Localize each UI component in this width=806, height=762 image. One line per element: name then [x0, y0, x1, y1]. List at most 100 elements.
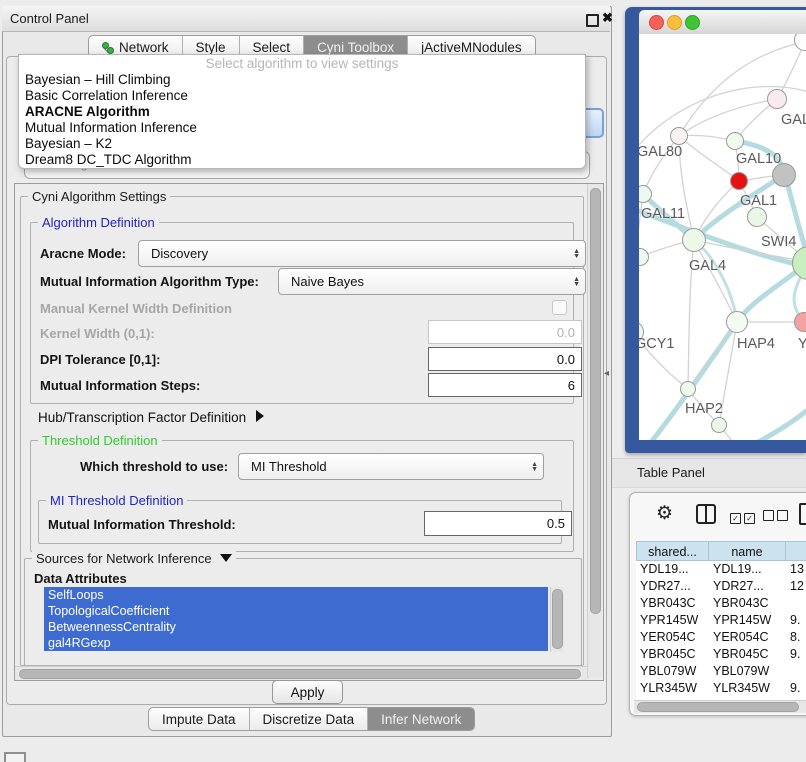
network-node-hap2[interactable]	[680, 381, 696, 397]
algorithm-option[interactable]: Basic Correlation Inference	[19, 88, 585, 104]
mi-type-label: Mutual Information Algorithm Type:	[40, 274, 259, 289]
select-all-columns-icon[interactable]: ✓✓	[730, 508, 758, 526]
apply-button[interactable]: Apply	[272, 680, 343, 704]
tab-infer-network[interactable]: Infer Network	[368, 708, 474, 730]
network-node[interactable]	[747, 207, 767, 227]
mi-threshold-field[interactable]: 0.5	[424, 511, 572, 536]
dpi-tolerance-label: DPI Tolerance [0,1]:	[40, 352, 160, 367]
table-cell: YLR345W	[709, 680, 786, 697]
scrollbar-thumb[interactable]	[637, 702, 799, 712]
manual-kernel-checkbox[interactable]	[552, 300, 567, 315]
algorithm-combo-placeholder[interactable]: Select algorithm to view settings	[19, 55, 585, 72]
data-attribute-option[interactable]: gal4RGexp	[44, 635, 548, 651]
attributes-scrollbar[interactable]	[550, 587, 564, 652]
scrollbar-thumb[interactable]	[19, 669, 581, 679]
table-row[interactable]: YPR145WYPR145W9.	[636, 612, 806, 629]
expand-arrow-icon	[256, 410, 264, 422]
settings-vertical-scrollbar[interactable]	[587, 184, 602, 678]
network-node-gal4[interactable]	[682, 228, 706, 252]
deselect-all-columns-icon[interactable]	[763, 508, 791, 526]
network-node-gal[interactable]	[767, 89, 787, 109]
table-cell: YBR045C	[636, 646, 709, 663]
table-cell: 9.	[786, 680, 806, 697]
data-attribute-option[interactable]: BetweennessCentrality	[44, 619, 548, 635]
network-canvas[interactable]: GALGAL80GAL10GAL1GAL11GAL4SWI4GCY1HAP4YH…	[639, 34, 806, 440]
tab-discretize-data[interactable]: Discretize Data	[250, 708, 369, 730]
algorithm-option[interactable]: ARACNE Algorithm	[19, 104, 585, 120]
minimize-traffic-light[interactable]	[667, 15, 682, 30]
screen: Control Panel ✖ Network Style Select Cyn…	[0, 0, 806, 762]
table-cell: YDL19...	[709, 561, 786, 578]
scrollbar-thumb[interactable]	[590, 188, 601, 614]
table-row[interactable]: YBR043CYBR043C	[636, 595, 806, 612]
node-label: GAL	[781, 112, 806, 128]
close-traffic-light[interactable]	[649, 15, 664, 30]
close-icon[interactable]: ✖	[602, 10, 613, 26]
table-cell: YER054C	[709, 629, 786, 646]
dpi-tolerance-field[interactable]: 0.0	[428, 347, 582, 371]
table-cell: YBR043C	[709, 595, 786, 612]
sources-toggle[interactable]: Sources for Network Inference	[32, 551, 236, 566]
gear-icon[interactable]: ⚙	[656, 504, 673, 523]
collapse-arrow-icon	[220, 554, 232, 562]
panel-collapse-arrow[interactable]: ◂	[604, 368, 609, 379]
tab-label: Cyni Toolbox	[317, 40, 394, 55]
network-node-gal10[interactable]	[726, 132, 744, 150]
network-node[interactable]	[711, 417, 727, 433]
aracne-mode-combo[interactable]: Discovery ▲▼	[138, 240, 586, 267]
algorithm-option[interactable]: Mutual Information Inference	[19, 120, 585, 136]
node-label: GAL4	[689, 258, 726, 274]
scrollbar-thumb[interactable]	[552, 589, 563, 649]
table-body: YDL19...YDL19...13YDR27...YDR27...12YBR0…	[636, 561, 806, 700]
node-label: GAL80	[639, 144, 682, 160]
table-cell: YDR27...	[636, 578, 709, 595]
control-panel-titlebar[interactable]	[2, 6, 610, 32]
mi-steps-field[interactable]: 6	[428, 373, 582, 397]
hub-definition-toggle[interactable]: Hub/Transcription Factor Definition	[38, 410, 264, 425]
table-row[interactable]: YBR045CYBR045C9.	[636, 646, 806, 663]
algorithm-option[interactable]: Dream8 DC_TDC Algorithm	[19, 152, 585, 168]
combo-arrows-icon: ▲▼	[531, 462, 538, 472]
table-row[interactable]: YBL079WYBL079W	[636, 663, 806, 680]
columns-icon[interactable]	[696, 504, 716, 524]
float-window-icon[interactable]	[586, 14, 599, 27]
data-attribute-option[interactable]: SelfLoops	[44, 587, 548, 603]
kernel-width-field[interactable]: 0.0	[428, 320, 582, 344]
tab-label: Style	[196, 40, 226, 55]
table-cell: YER054C	[636, 629, 709, 646]
network-node-gal1[interactable]	[730, 172, 748, 190]
network-node[interactable]	[772, 163, 796, 187]
tab-label: jActiveMNodules	[421, 40, 522, 55]
mi-type-combo[interactable]: Naive Bayes ▲▼	[278, 268, 586, 295]
table-cell: 8.	[786, 629, 806, 646]
table-panel-card: ⚙ ✓✓ shared... name YDL19...YDL19...13YD…	[629, 492, 806, 716]
table-cell: YBR043C	[636, 595, 709, 612]
table-row[interactable]: YLR345WYLR345W9.	[636, 680, 806, 697]
settings-horizontal-scrollbar[interactable]	[15, 666, 587, 680]
mi-steps-label: Mutual Information Steps:	[40, 378, 200, 393]
table-row[interactable]: YDR27...YDR27...12	[636, 578, 806, 595]
algorithm-option[interactable]: Bayesian – Hill Climbing	[19, 72, 585, 88]
tab-impute-data[interactable]: Impute Data	[149, 708, 250, 730]
zoom-traffic-light[interactable]	[685, 15, 700, 30]
which-threshold-combo[interactable]: MI Threshold ▲▼	[238, 453, 544, 480]
minimized-panel-icon[interactable]	[4, 752, 26, 762]
new-table-icon[interactable]	[799, 503, 806, 525]
network-node-hap4[interactable]	[726, 311, 748, 333]
network-window-titlebar[interactable]	[639, 10, 806, 35]
table-row[interactable]: YER054CYER054C8.	[636, 629, 806, 646]
cyni-algorithm-settings-title: Cyni Algorithm Settings	[28, 189, 170, 204]
mi-type-value: Naive Bayes	[291, 274, 364, 289]
combo-arrows-icon: ▲▼	[573, 249, 580, 259]
column-header[interactable]	[786, 541, 806, 561]
table-row[interactable]: YDL19...YDL19...13	[636, 561, 806, 578]
column-header[interactable]: name	[709, 541, 786, 561]
table-cell	[786, 663, 806, 680]
data-attribute-option[interactable]: TopologicalCoefficient	[44, 603, 548, 619]
column-header[interactable]: shared...	[636, 541, 709, 561]
network-node-gal80[interactable]	[670, 127, 688, 145]
table-cell: YLR345W	[636, 680, 709, 697]
hub-definition-label: Hub/Transcription Factor Definition	[38, 410, 246, 425]
algorithm-option[interactable]: Bayesian – K2	[19, 136, 585, 152]
table-horizontal-scrollbar[interactable]	[634, 700, 806, 713]
